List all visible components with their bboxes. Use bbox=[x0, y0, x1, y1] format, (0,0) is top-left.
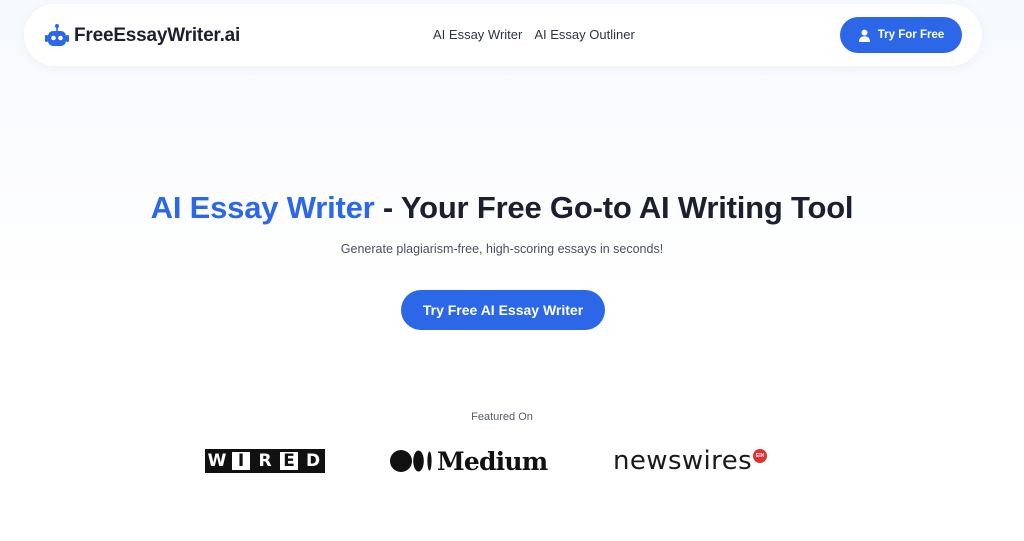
nav-link-ai-essay-outliner[interactable]: AI Essay Outliner bbox=[534, 27, 634, 42]
robot-icon bbox=[45, 24, 69, 46]
featured-on-label: Featured On bbox=[471, 411, 533, 423]
brand-name: FreeEssayWriter.ai bbox=[74, 25, 241, 46]
site-logo[interactable]: FreeEssayWriter.ai bbox=[44, 22, 240, 50]
wired-letter: W bbox=[205, 449, 229, 473]
nav-link-ai-essay-writer[interactable]: AI Essay Writer bbox=[433, 27, 522, 42]
hero-title-accent: AI Essay Writer bbox=[150, 190, 375, 225]
main-nav: AI Essay Writer AI Essay Outliner bbox=[433, 27, 635, 42]
medium-logo: Medium bbox=[390, 446, 548, 476]
try-for-free-label: Try For Free bbox=[877, 29, 945, 41]
wired-letter: E bbox=[277, 449, 301, 473]
hero-subtitle: Generate plagiarism-free, high-scoring e… bbox=[340, 242, 664, 256]
newswires-logo: newswires EIN bbox=[613, 446, 768, 476]
hero-title: AI Essay Writer - Your Free Go-to AI Wri… bbox=[0, 190, 1004, 226]
ein-badge: EIN bbox=[753, 449, 768, 463]
user-icon bbox=[858, 29, 870, 42]
try-free-ai-essay-writer-button[interactable]: Try Free AI Essay Writer bbox=[401, 290, 605, 330]
wired-letter: R bbox=[253, 449, 277, 473]
wired-letter: I bbox=[229, 449, 253, 473]
wired-logo: W I R E D bbox=[205, 449, 325, 473]
cta-label: Try Free AI Essay Writer bbox=[422, 302, 584, 318]
medium-wordmark: Medium bbox=[437, 446, 548, 476]
newswires-wordmark: newswires bbox=[613, 446, 753, 476]
try-for-free-button[interactable]: Try For Free bbox=[840, 17, 962, 53]
hero-title-rest: - Your Free Go-to AI Writing Tool bbox=[374, 190, 854, 225]
top-navbar: FreeEssayWriter.ai AI Essay Writer AI Es… bbox=[24, 4, 982, 66]
wired-letter: D bbox=[301, 449, 325, 473]
medium-dots-icon bbox=[390, 450, 432, 472]
